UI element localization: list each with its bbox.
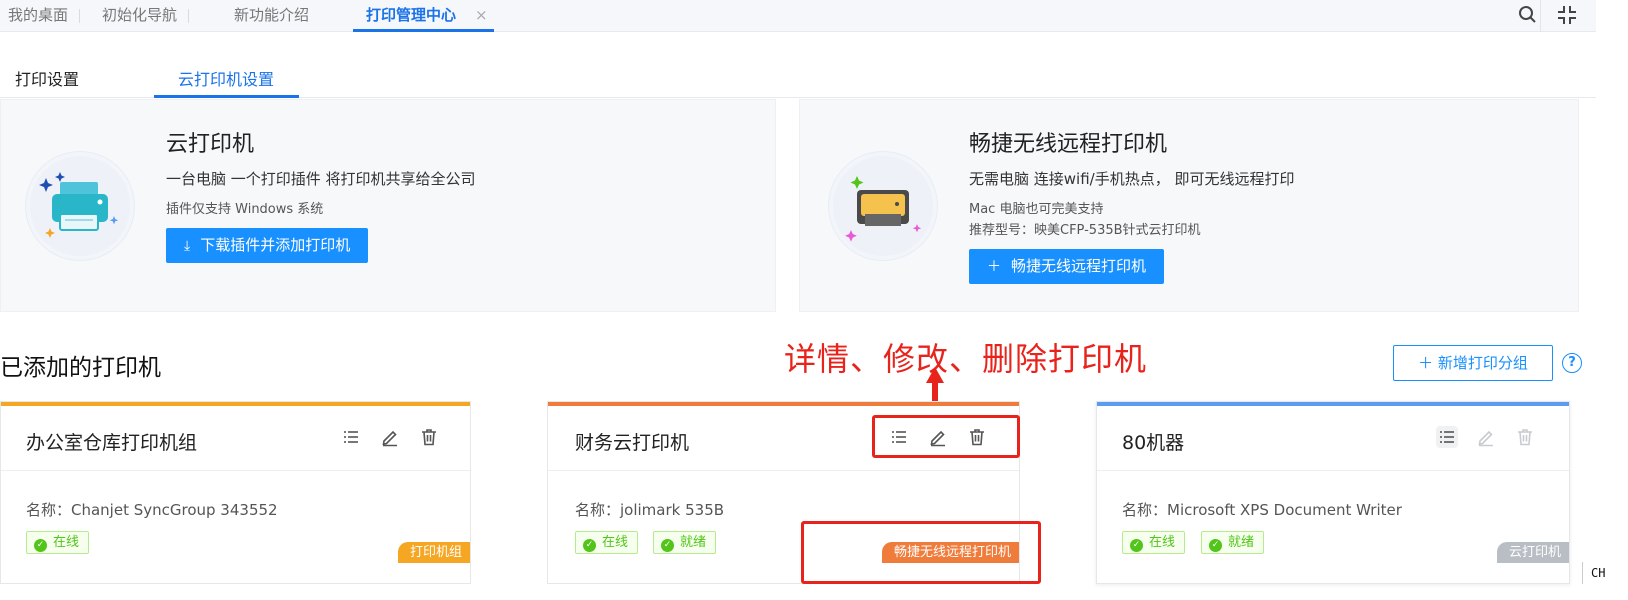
delete-icon[interactable]: [418, 426, 440, 448]
ime-indicator[interactable]: CH: [1582, 562, 1628, 584]
download-plugin-button[interactable]: ⤓ 下载插件并添加打印机: [166, 228, 369, 263]
annotation-box-actions: [872, 415, 1020, 458]
status-badge-online: ✓ 在线: [26, 531, 90, 554]
edit-icon: [1478, 430, 1493, 447]
printer-name: 名称：Chanjet SyncGroup 343552: [26, 501, 278, 519]
tab-init-nav[interactable]: 初始化导航: [102, 0, 190, 32]
status-badge-ready: ✓ 就绪: [653, 531, 717, 554]
wireless-printer-note-mac: Mac 电脑也可完美支持: [969, 202, 1104, 217]
wireless-printer-panel: 畅捷无线远程打印机 无需电脑 连接wifi/手机热点， 即可无线远程打印 Mac…: [799, 99, 1579, 312]
delete-icon: [1518, 429, 1532, 446]
check-circle-icon: ✓: [583, 539, 596, 552]
status-badge-label: 就绪: [680, 535, 707, 550]
printer-icon: [39, 172, 119, 238]
card-title: 80机器: [1122, 432, 1185, 454]
wireless-printer-note-model: 推荐型号：映美CFP-535B针式云打印机: [969, 223, 1201, 238]
edit-icon[interactable]: [379, 426, 401, 448]
active-tab-underline: [353, 29, 495, 32]
cloud-printer-title: 云打印机: [166, 132, 255, 157]
status-badge-label: 在线: [53, 535, 80, 550]
top-tab-bar: 我的桌面 初始化导航 新功能介绍 打印管理中心 ×: [0, 0, 1596, 32]
download-icon: ⤓: [184, 238, 191, 254]
tab-my-desktop[interactable]: 我的桌面: [8, 0, 81, 32]
help-icon[interactable]: ?: [1562, 353, 1582, 373]
wireless-printer-icon: [845, 176, 922, 242]
fullscreen-exit-icon[interactable]: [1554, 2, 1580, 28]
wireless-printer-button-label: 畅捷无线远程打印机: [1011, 257, 1147, 275]
details-list-icon[interactable]: [1436, 426, 1458, 448]
add-print-group-button[interactable]: ＋ 新增打印分组: [1393, 345, 1553, 381]
check-circle-icon: ✓: [34, 539, 47, 552]
card-header: 办公室仓库打印机组: [1, 406, 470, 471]
tab-new-features[interactable]: 新功能介绍: [234, 0, 309, 32]
search-icon[interactable]: [1515, 2, 1541, 28]
printer-card: 80机器 名称：Microsoft XPS Document Writer ✓ 在…: [1096, 401, 1570, 584]
status-badge-ready: ✓ 就绪: [1201, 531, 1265, 554]
add-print-group-label: 新增打印分组: [1437, 354, 1528, 372]
check-circle-icon: ✓: [661, 539, 674, 552]
card-title: 财务云打印机: [575, 432, 690, 454]
tab-print-settings[interactable]: 打印设置: [15, 66, 79, 90]
cloud-printer-note: 插件仅支持 Windows 系统: [166, 202, 324, 217]
topbar-divider: [1540, 0, 1541, 32]
annotation-box-type-tag: [801, 521, 1041, 584]
active-subtab-underline: [154, 95, 299, 98]
download-plugin-label: 下载插件并添加打印机: [200, 236, 351, 254]
wireless-printer-title: 畅捷无线远程打印机: [969, 132, 1168, 157]
cloud-printer-illustration: [26, 152, 134, 260]
tab-print-center[interactable]: 打印管理中心: [353, 0, 495, 32]
cloud-printer-desc: 一台电脑 一个打印插件 将打印机共享给全公司: [166, 170, 476, 188]
annotation-text: 详情、修改、删除打印机: [784, 340, 1148, 378]
added-printers-title: 已添加的打印机: [0, 355, 161, 381]
status-badge-online: ✓ 在线: [1122, 531, 1186, 554]
sub-tab-bar: 打印设置 云打印机设置: [0, 60, 1596, 98]
printer-card: 办公室仓库打印机组 名称：Chanjet SyncGroup 343552 ✓ 在…: [0, 401, 471, 584]
wireless-printer-button[interactable]: ＋ 畅捷无线远程打印机: [969, 249, 1165, 284]
status-badge-online: ✓ 在线: [575, 531, 639, 554]
printer-name: 名称：Microsoft XPS Document Writer: [1122, 501, 1402, 519]
status-badge-label: 在线: [1149, 535, 1176, 550]
tab-print-center-label: 打印管理中心: [366, 6, 457, 24]
plus-icon: ＋: [1418, 354, 1438, 372]
status-badge-label: 就绪: [1228, 535, 1255, 550]
tab-cloud-printer-settings[interactable]: 云打印机设置: [178, 66, 274, 90]
check-circle-icon: ✓: [1209, 539, 1222, 552]
cloud-printer-panel: 云打印机 一台电脑 一个打印插件 将打印机共享给全公司 插件仅支持 Window…: [0, 99, 776, 312]
wireless-printer-desc: 无需电脑 连接wifi/手机热点， 即可无线远程打印: [969, 170, 1295, 188]
details-list-icon[interactable]: [340, 426, 362, 448]
wireless-printer-illustration: [829, 152, 937, 260]
check-circle-icon: ✓: [1130, 539, 1143, 552]
printer-name: 名称：jolimark 535B: [575, 501, 725, 519]
card-title: 办公室仓库打印机组: [26, 432, 198, 454]
card-header: 80机器: [1097, 406, 1569, 471]
close-tab-icon[interactable]: ×: [475, 0, 488, 32]
printer-type-tag: 云打印机: [1496, 542, 1569, 563]
plus-icon: ＋: [987, 259, 1001, 275]
printer-type-tag: 打印机组: [397, 542, 470, 563]
status-badge-label: 在线: [602, 535, 629, 550]
